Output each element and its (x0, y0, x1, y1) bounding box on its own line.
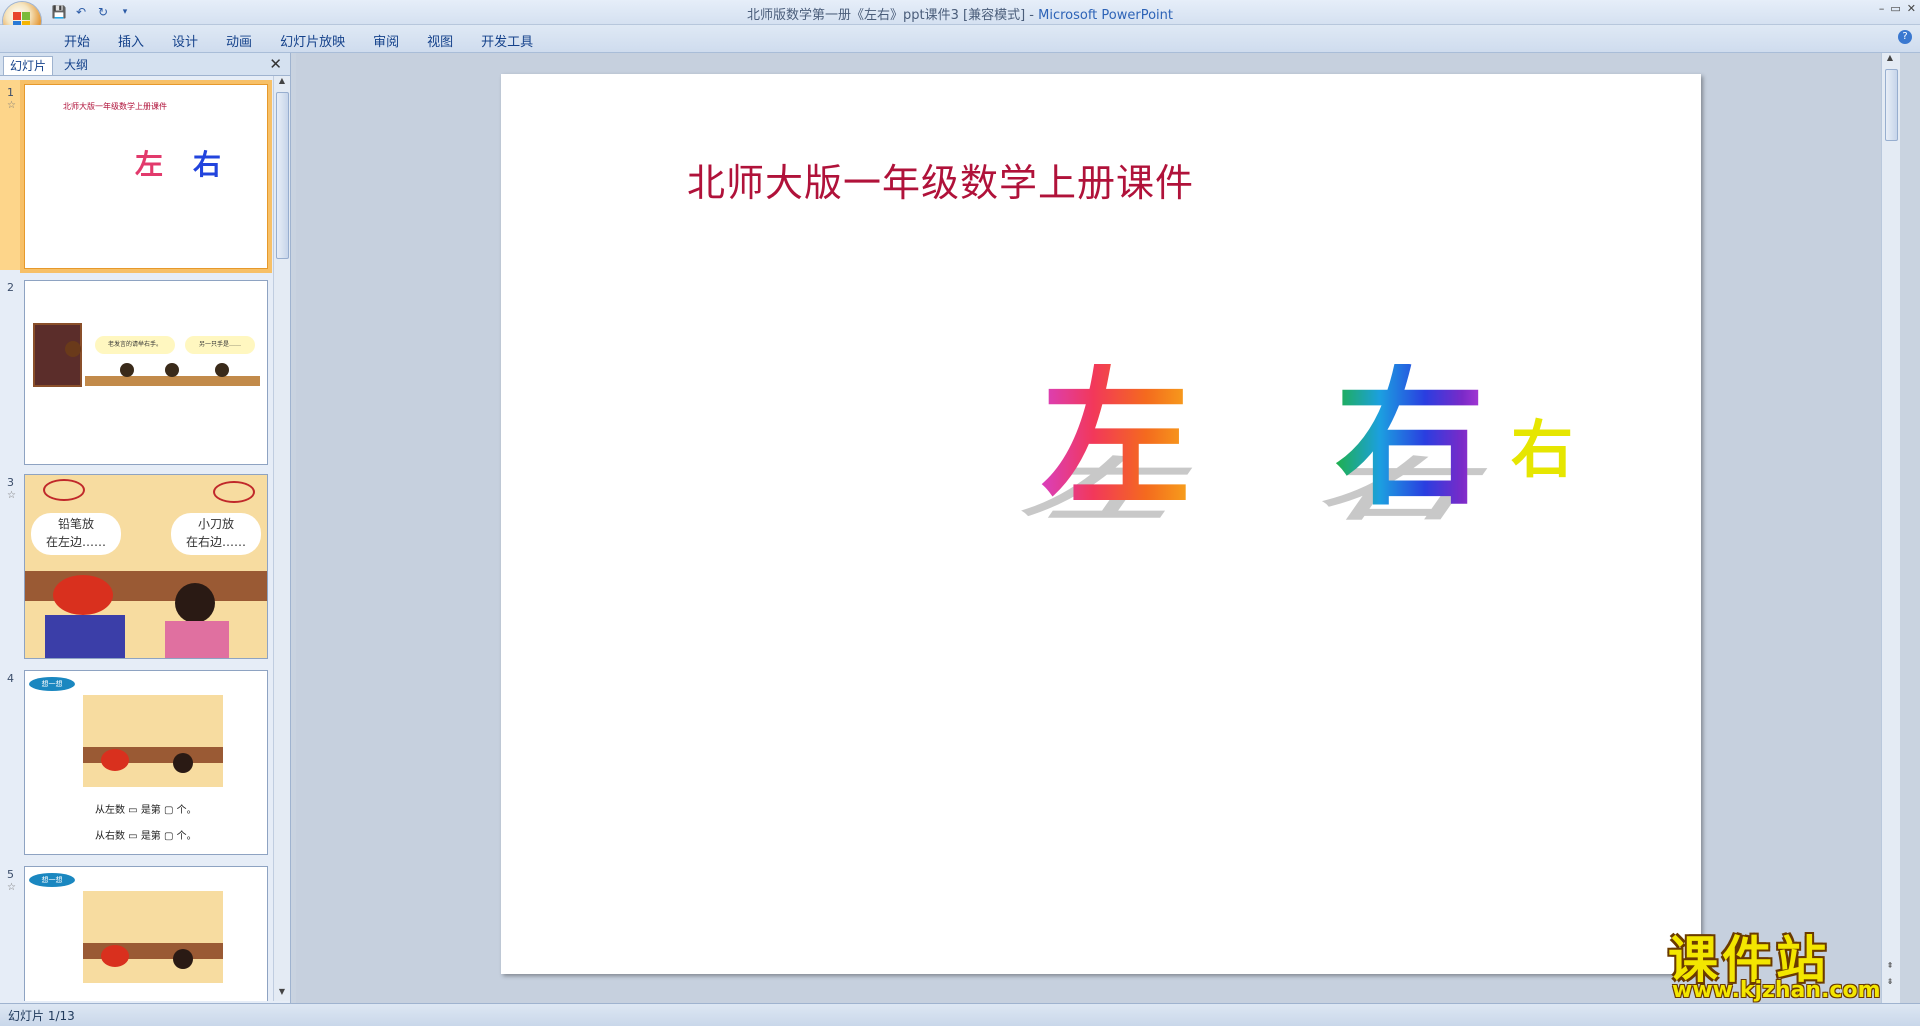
bubble-line: 在右边…… (185, 535, 246, 549)
slide-editor: 北师大版一年级数学上册课件 左 左 右 右 右 ▲ ⇞ ⇟ (296, 53, 1900, 1003)
slide-thumbnail-4[interactable]: 想一想 从左数 ▭ 是第 ▢ 个。 从右数 ▭ 是第 ▢ 个。 (24, 670, 268, 855)
slide-thumbnail-3[interactable]: 铅笔放在左边…… 小刀放在右边…… (24, 474, 268, 659)
thumb-char-right: 右 (193, 148, 222, 181)
editor-scrollbar[interactable]: ▲ ⇞ ⇟ (1881, 53, 1900, 1003)
thumb-pencil-circle (43, 479, 85, 501)
slide-thumbnail-5[interactable]: 想一想 (24, 866, 268, 1001)
left-char[interactable]: 左 (1041, 364, 1191, 514)
slide-thumbnail-1[interactable]: 北师大版一年级数学上册课件 左 右 (24, 84, 268, 269)
thumb-girl-head (173, 949, 193, 969)
tab-slideshow[interactable]: 幻灯片放映 (266, 29, 359, 52)
thumb-picture (83, 695, 223, 787)
q-text: 从右数 (95, 831, 125, 842)
thumb-question-1: 从左数 ▭ 是第 ▢ 个。 (95, 805, 197, 816)
document-title: 北师版数学第一册《左右》ppt课件3 [兼容模式] - (747, 8, 1039, 23)
close-window-button[interactable]: ✕ (1907, 2, 1916, 15)
slide-thumbnail-2[interactable]: 老发言的请举右手。 另一只手是…… (24, 280, 268, 465)
q-text: 个。 (176, 831, 197, 842)
thumb-boy-cap (101, 945, 129, 967)
q-text: 个。 (176, 805, 197, 816)
window-title: 北师版数学第一册《左右》ppt课件3 [兼容模式] - Microsoft Po… (0, 4, 1920, 23)
thumb-kid (120, 363, 134, 377)
q-text: 是第 (140, 831, 161, 842)
scroll-up-icon[interactable]: ▲ (1882, 53, 1898, 67)
tab-design[interactable]: 设计 (158, 29, 212, 52)
title-bar: 💾 ↶ ↻ ▾ 北师版数学第一册《左右》ppt课件3 [兼容模式] - Micr… (0, 0, 1920, 25)
close-pane-icon[interactable]: ✕ (269, 55, 282, 73)
thumb-girl-head (175, 583, 215, 623)
watermark-line2: www.kjzhan.com (1672, 978, 1881, 1003)
tab-home[interactable]: 开始 (50, 29, 104, 52)
watermark-logo: 课件站 www.kjzhan.com (1668, 920, 1904, 1005)
transition-icon: ☆ (7, 882, 16, 893)
thumb-kid (165, 363, 179, 377)
ribbon-tabs: 开始 插入 设计 动画 幻灯片放映 审阅 视图 开发工具 (50, 29, 547, 52)
bubble-line: 在左边…… (45, 535, 106, 549)
thumb-bubble: 老发言的请举右手。 (95, 336, 175, 354)
thumb-badge: 想一想 (29, 677, 75, 691)
thumb-title: 北师大版一年级数学上册课件 (63, 102, 167, 111)
pane-tabs: 幻灯片 大纲 ✕ (0, 53, 290, 76)
slide-number: 4 (7, 672, 14, 685)
slide-title[interactable]: 北师大版一年级数学上册课件 (687, 152, 1194, 207)
scroll-up-icon[interactable]: ▲ (274, 76, 290, 90)
tab-developer[interactable]: 开发工具 (467, 29, 547, 52)
thumb-badge: 想一想 (29, 873, 75, 887)
thumb-bubble-right: 小刀放在右边…… (171, 513, 261, 555)
scroll-thumb[interactable] (1885, 69, 1898, 141)
q-text: 是第 (140, 805, 161, 816)
ribbon: 开始 插入 设计 动画 幻灯片放映 审阅 视图 开发工具 ? (0, 25, 1920, 53)
minimize-button[interactable]: – (1879, 2, 1885, 15)
thumb-knife-circle (213, 481, 255, 503)
thumb-girl-head (173, 753, 193, 773)
q-text: 从左数 (95, 805, 125, 816)
app-name: Microsoft PowerPoint (1038, 8, 1173, 23)
tab-review[interactable]: 审阅 (359, 29, 413, 52)
bubble-line: 铅笔放 (57, 517, 94, 531)
tab-outline[interactable]: 大纲 (58, 56, 94, 74)
thumb-desks (85, 376, 260, 386)
window-controls: – ▭ ✕ (1879, 2, 1916, 15)
tab-slides[interactable]: 幻灯片 (3, 56, 54, 75)
thumb-bubble-left: 铅笔放在左边…… (31, 513, 121, 555)
current-slide[interactable]: 北师大版一年级数学上册课件 左 左 右 右 右 (501, 74, 1701, 974)
transition-icon: ☆ (7, 490, 16, 501)
thumb-bubble: 另一只手是…… (185, 336, 255, 354)
small-right-char[interactable]: 右 (1511, 419, 1573, 481)
slide-number: 5 (7, 868, 14, 881)
slide-number: 1 (7, 86, 14, 99)
restore-button[interactable]: ▭ (1890, 2, 1900, 15)
slide-counter: 幻灯片 1/13 (8, 1009, 75, 1023)
thumb-picture (83, 891, 223, 983)
transition-icon: ☆ (7, 100, 16, 111)
thumb-boy-cap (101, 749, 129, 771)
right-char[interactable]: 右 (1335, 364, 1485, 514)
thumb-boy-body (45, 615, 125, 658)
slides-pane: 幻灯片 大纲 ✕ 1 ☆ 北师大版一年级数学上册课件 左 右 2 老发言的请举右… (0, 53, 291, 1003)
thumbnail-list: 1 ☆ 北师大版一年级数学上册课件 左 右 2 老发言的请举右手。 另一只手是…… (0, 76, 272, 1001)
thumb-teacher (65, 341, 81, 357)
scroll-thumb[interactable] (276, 92, 289, 259)
thumbnail-scrollbar[interactable]: ▲ ▼ (273, 76, 290, 1001)
thumb-char-left: 左 (135, 148, 164, 181)
help-icon[interactable]: ? (1898, 30, 1912, 44)
scroll-down-icon[interactable]: ▼ (274, 987, 290, 1001)
bubble-line: 小刀放 (197, 517, 234, 531)
thumb-kid (215, 363, 229, 377)
tab-animations[interactable]: 动画 (212, 29, 266, 52)
thumb-question-2: 从右数 ▭ 是第 ▢ 个。 (95, 831, 197, 842)
thumb-boy-cap (53, 575, 113, 615)
status-bar: 幻灯片 1/13 (0, 1003, 1920, 1026)
tab-view[interactable]: 视图 (413, 29, 467, 52)
slide-number: 3 (7, 476, 14, 489)
tab-insert[interactable]: 插入 (104, 29, 158, 52)
thumb-girl-body (165, 621, 229, 658)
slide-number: 2 (7, 281, 14, 294)
